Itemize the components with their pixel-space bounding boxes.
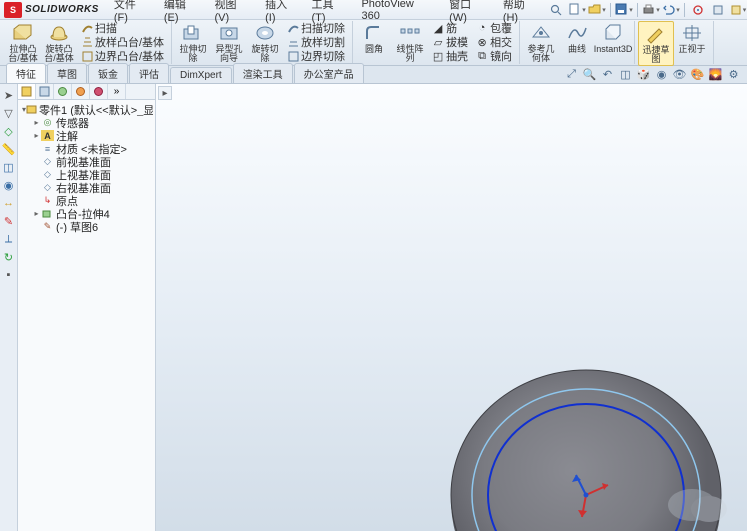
wrap-button[interactable]: ◔包覆 xyxy=(474,21,514,35)
scene-icon[interactable]: 🌄 xyxy=(708,67,723,81)
options-button[interactable] xyxy=(709,2,727,18)
flyout-tree-toggle-icon[interactable]: ▸ xyxy=(158,86,172,100)
tree-root[interactable]: ▾零件1 (默认<<默认>_显示状态 xyxy=(20,103,153,116)
fillet-button[interactable]: 圆角 xyxy=(356,21,392,55)
fm-tab-tree-icon[interactable] xyxy=(18,84,36,99)
view-orient-icon[interactable]: 🎲 xyxy=(636,67,651,81)
sketch-tool-icon[interactable]: ◇ xyxy=(2,124,16,138)
quick-access-toolbar: ▾ ▾ ▾ ▾ ▾ ▾ xyxy=(568,2,747,18)
tab-features[interactable]: 特征 xyxy=(6,63,46,83)
boundary-cut-button[interactable]: 边界切除 xyxy=(285,49,347,63)
main-area: ➤ ▽ ◇ 📏 ◫ ◉ ↔ ✎ ⟂ ↻ ▪ » ▾零件1 (默认<<默认>_显示… xyxy=(0,84,747,531)
app-logo-icon: S xyxy=(4,2,22,18)
tab-evaluate[interactable]: 评估 xyxy=(129,63,169,83)
ref-geometry-button[interactable]: 参考几何体 xyxy=(523,21,559,64)
draft-button[interactable]: ▱拔模 xyxy=(430,35,470,49)
loft-button[interactable]: 放样凸台/基体 xyxy=(79,35,166,49)
relation-tool-icon[interactable]: ⟂ xyxy=(2,232,16,246)
quick-sketch-button[interactable]: 迅捷草图 xyxy=(638,21,674,66)
boundary-button[interactable]: 边界凸台/基体 xyxy=(79,49,166,63)
rebuild-button[interactable] xyxy=(689,2,707,18)
ribbon: 拉伸凸台/基体 旋转凸台/基体 扫描 放样凸台/基体 边界凸台/基体 拉伸切除 … xyxy=(0,20,747,66)
shell-button[interactable]: ◰抽壳 xyxy=(430,49,470,63)
appearance-tool-icon[interactable]: ◉ xyxy=(2,178,16,192)
prev-view-icon[interactable]: ↶ xyxy=(600,67,615,81)
tree-annotations[interactable]: ▸A注解 xyxy=(20,129,153,142)
section-view-icon[interactable]: ◫ xyxy=(618,67,633,81)
tree-sketch6[interactable]: ✎(-) 草图6 xyxy=(20,220,153,233)
menu-bar: S SOLIDWORKS 文件(F) 编辑(E) 视图(V) 插入(I) 工具(… xyxy=(0,0,747,20)
tree-right-plane[interactable]: ◇右视基准面 xyxy=(20,181,153,194)
loft-cut-button[interactable]: 放样切割 xyxy=(285,35,347,49)
instant3d-button[interactable]: Instant3D xyxy=(595,21,631,55)
app-brand: SOLIDWORKS xyxy=(25,4,99,15)
section-tool-icon[interactable]: ◫ xyxy=(2,160,16,174)
print-button[interactable]: ▾ xyxy=(642,2,660,18)
tab-sketch[interactable]: 草图 xyxy=(47,63,87,83)
heads-up-view-toolbar: ⤢ 🔍 ↶ ◫ 🎲 ◉ 👁 🎨 🌄 ⚙ xyxy=(564,67,741,81)
fm-tab-config-icon[interactable] xyxy=(54,84,72,99)
graphics-viewport[interactable]: ▸ xyxy=(156,84,747,531)
tree-material[interactable]: ≡材质 <未指定> xyxy=(20,142,153,155)
fm-tab-expand-icon[interactable]: » xyxy=(108,84,126,99)
zoom-area-icon[interactable]: 🔍 xyxy=(582,67,597,81)
revolve-boss-button[interactable]: 旋转凸台/基体 xyxy=(41,21,77,64)
hide-show-icon[interactable]: 👁 xyxy=(672,67,687,81)
menu-photoview[interactable]: PhotoView 360 xyxy=(354,0,442,24)
fm-tab-dimxpert-icon[interactable] xyxy=(72,84,90,99)
feature-tree: ▾零件1 (默认<<默认>_显示状态 ▸◎传感器 ▸A注解 ≡材质 <未指定> … xyxy=(18,100,155,236)
curves-button[interactable]: 曲线 xyxy=(559,21,595,55)
revolve-cut-button[interactable]: 旋转切除 xyxy=(247,21,283,64)
select-tool-icon[interactable]: ➤ xyxy=(2,88,16,102)
tab-dimxpert[interactable]: DimXpert xyxy=(170,67,232,83)
tree-front-plane[interactable]: ◇前视基准面 xyxy=(20,155,153,168)
fm-tab-bar: » xyxy=(18,84,155,100)
search-icon[interactable] xyxy=(550,4,562,16)
tab-render[interactable]: 渲染工具 xyxy=(233,63,293,83)
command-tab-strip: 特征 草图 钣金 评估 DimXpert 渲染工具 办公室产品 ⤢ 🔍 ↶ ◫ … xyxy=(0,66,747,84)
mirror-button[interactable]: ⧉镜向 xyxy=(474,49,514,63)
undo-button[interactable]: ▾ xyxy=(662,2,680,18)
tab-sheetmetal[interactable]: 钣金 xyxy=(88,63,128,83)
dimension-tool-icon[interactable]: ↔ xyxy=(2,196,16,210)
watermark-icon xyxy=(637,485,737,525)
fm-tab-display-icon[interactable] xyxy=(90,84,108,99)
new-doc-button[interactable]: ▾ xyxy=(568,2,586,18)
tab-office[interactable]: 办公室产品 xyxy=(294,63,364,83)
rebuild-tool-icon[interactable]: ↻ xyxy=(2,250,16,264)
zoom-fit-icon[interactable]: ⤢ xyxy=(564,67,579,81)
tree-origin[interactable]: ↳原点 xyxy=(20,194,153,207)
left-toolstrip: ➤ ▽ ◇ 📏 ◫ ◉ ↔ ✎ ⟂ ↻ ▪ xyxy=(0,84,18,531)
view-settings-icon[interactable]: ⚙ xyxy=(726,67,741,81)
more-tool-icon[interactable]: ▪ xyxy=(2,268,16,282)
tree-boss-extrude[interactable]: ▸凸台-拉伸4 xyxy=(20,207,153,220)
tree-sensors[interactable]: ▸◎传感器 xyxy=(20,116,153,129)
note-tool-icon[interactable]: ✎ xyxy=(2,214,16,228)
intersect-button[interactable]: ⊗相交 xyxy=(474,35,514,49)
tree-top-plane[interactable]: ◇上视基准面 xyxy=(20,168,153,181)
normal-to-button[interactable]: 正视于 xyxy=(674,21,710,55)
save-button[interactable]: ▾ xyxy=(615,2,633,18)
settings-button[interactable]: ▾ xyxy=(729,2,747,18)
filter-tool-icon[interactable]: ▽ xyxy=(2,106,16,120)
open-button[interactable]: ▾ xyxy=(588,2,606,18)
linear-pattern-button[interactable]: 线性阵列 xyxy=(392,21,428,64)
measure-tool-icon[interactable]: 📏 xyxy=(2,142,16,156)
rib-button[interactable]: ◢筋 xyxy=(430,21,470,35)
extrude-boss-button[interactable]: 拉伸凸台/基体 xyxy=(5,21,41,64)
display-style-icon[interactable]: ◉ xyxy=(654,67,669,81)
extrude-cut-button[interactable]: 拉伸切除 xyxy=(175,21,211,64)
appearance-icon[interactable]: 🎨 xyxy=(690,67,705,81)
sweep-cut-button[interactable]: 扫描切除 xyxy=(285,21,347,35)
hole-wizard-button[interactable]: 异型孔向导 xyxy=(211,21,247,64)
fm-tab-property-icon[interactable] xyxy=(36,84,54,99)
sweep-button[interactable]: 扫描 xyxy=(79,21,166,35)
feature-manager-panel: » ▾零件1 (默认<<默认>_显示状态 ▸◎传感器 ▸A注解 ≡材质 <未指定… xyxy=(18,84,156,531)
